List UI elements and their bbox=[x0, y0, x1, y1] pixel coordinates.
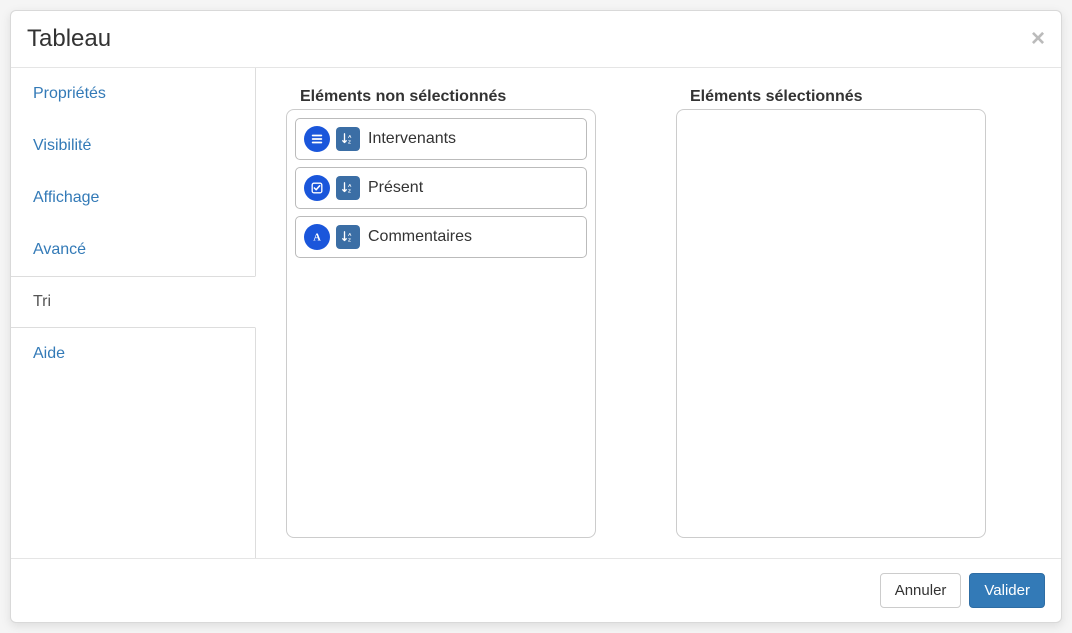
svg-text:A: A bbox=[348, 232, 352, 238]
selected-title: Eléments sélectionnés bbox=[676, 88, 986, 106]
sidebar: Propriétés Visibilité Affichage Avancé T… bbox=[11, 68, 256, 558]
tab-affichage[interactable]: Affichage bbox=[11, 172, 256, 224]
panel-unselected[interactable]: A Z Intervenants bbox=[286, 109, 596, 538]
sort-az-icon: A Z bbox=[336, 225, 360, 249]
item-label: Commentaires bbox=[368, 228, 472, 246]
modal-footer: Annuler Valider bbox=[11, 558, 1061, 622]
svg-text:Z: Z bbox=[348, 139, 351, 145]
svg-text:A: A bbox=[313, 233, 321, 244]
list-item[interactable]: A Z Présent bbox=[295, 167, 587, 209]
sort-az-icon: A Z bbox=[336, 176, 360, 200]
validate-button[interactable]: Valider bbox=[969, 573, 1045, 608]
modal-tableau: Tableau × Propriétés Visibilité Affichag… bbox=[10, 10, 1062, 623]
main-content: Eléments non sélectionnés bbox=[256, 68, 1061, 558]
close-icon[interactable]: × bbox=[1031, 27, 1045, 51]
list-type-icon bbox=[304, 126, 330, 152]
unselected-title: Eléments non sélectionnés bbox=[286, 88, 596, 106]
item-label: Intervenants bbox=[368, 130, 456, 148]
tab-visibilite[interactable]: Visibilité bbox=[11, 120, 256, 172]
checkbox-type-icon bbox=[304, 175, 330, 201]
tab-aide[interactable]: Aide bbox=[11, 328, 256, 380]
svg-text:A: A bbox=[348, 183, 352, 189]
svg-text:Z: Z bbox=[348, 237, 351, 243]
text-type-icon: A bbox=[304, 224, 330, 250]
panel-selected[interactable] bbox=[676, 109, 986, 538]
modal-body: Propriétés Visibilité Affichage Avancé T… bbox=[11, 68, 1061, 558]
tab-tri[interactable]: Tri bbox=[11, 276, 256, 328]
cancel-button[interactable]: Annuler bbox=[880, 573, 962, 608]
svg-text:A: A bbox=[348, 134, 352, 140]
list-item[interactable]: A Z Intervenants bbox=[295, 118, 587, 160]
modal-header: Tableau × bbox=[11, 11, 1061, 68]
item-label: Présent bbox=[368, 179, 423, 197]
tab-avance[interactable]: Avancé bbox=[11, 224, 256, 276]
list-item[interactable]: A A Z Commentaires bbox=[295, 216, 587, 258]
sort-az-icon: A Z bbox=[336, 127, 360, 151]
modal-title: Tableau bbox=[27, 25, 111, 53]
svg-text:Z: Z bbox=[348, 188, 351, 194]
column-unselected: Eléments non sélectionnés bbox=[286, 88, 596, 538]
tab-proprietes[interactable]: Propriétés bbox=[11, 68, 256, 120]
column-selected: Eléments sélectionnés bbox=[676, 88, 986, 538]
